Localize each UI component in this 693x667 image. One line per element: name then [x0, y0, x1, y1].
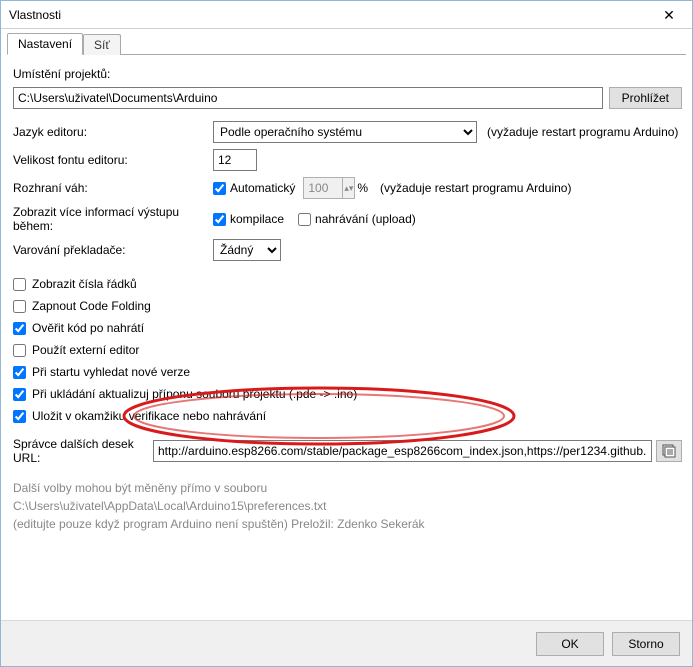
font-size-label: Velikost fontu editoru:	[13, 153, 213, 167]
close-icon: ✕	[663, 7, 675, 24]
editor-language-label: Jazyk editoru:	[13, 125, 213, 139]
interface-scale-label: Rozhraní váh:	[13, 181, 213, 195]
update-extension-label: Při ukládání aktualizuj příponu souboru …	[32, 387, 357, 401]
spinner-buttons: ▴▾	[343, 177, 355, 199]
update-extension-checkbox[interactable]	[13, 388, 26, 401]
cancel-button[interactable]: Storno	[612, 632, 680, 656]
sketchbook-location-label: Umístění projektů:	[13, 67, 110, 81]
requires-restart-note-2: (vyžaduje restart programu Arduino)	[380, 181, 571, 195]
check-updates-checkbox[interactable]	[13, 366, 26, 379]
requires-restart-note-1: (vyžaduje restart programu Arduino)	[487, 125, 678, 139]
percent-label: %	[357, 181, 368, 195]
ok-button[interactable]: OK	[536, 632, 604, 656]
compiler-warnings-select[interactable]: Žádný	[213, 239, 281, 261]
edit-only-note: (editujte pouze když program Arduino nen…	[13, 517, 682, 531]
tab-settings-label: Nastavení	[18, 37, 72, 51]
interface-scale-auto-checkbox[interactable]	[213, 182, 226, 195]
save-on-verify-label: Uložit v okamžiku verifikace nebo nahráv…	[32, 409, 266, 423]
editor-language-select[interactable]: Podle operačního systému	[213, 121, 477, 143]
verify-after-upload-checkbox[interactable]	[13, 322, 26, 335]
verbose-compile-label: kompilace	[230, 212, 284, 226]
boards-url-input[interactable]	[153, 440, 652, 462]
verbose-upload-checkbox[interactable]	[298, 213, 311, 226]
cancel-label: Storno	[628, 637, 663, 651]
verbose-upload-label: nahrávání (upload)	[315, 212, 416, 226]
prefs-file-link[interactable]: C:\Users\uživatel\AppData\Local\Arduino1…	[13, 499, 682, 513]
sketchbook-location-input[interactable]	[13, 87, 603, 109]
check-updates-label: Při startu vyhledat nové verze	[32, 365, 190, 379]
code-folding-checkbox[interactable]	[13, 300, 26, 313]
ok-label: OK	[561, 637, 578, 651]
font-size-input[interactable]	[213, 149, 257, 171]
boards-url-label: Správce dalších desek URL:	[13, 437, 153, 465]
code-folding-label: Zapnout Code Folding	[32, 299, 151, 313]
line-numbers-label: Zobrazit čísla řádků	[32, 277, 137, 291]
verbose-output-label: Zobrazit více informací výstupu během:	[13, 205, 213, 233]
interface-scale-value-input	[303, 177, 343, 199]
compiler-warnings-label: Varování překladače:	[13, 243, 213, 257]
content-area: Umístění projektů: Prohlížet Jazyk edito…	[1, 55, 692, 620]
more-prefs-note: Další volby mohou být měněny přímo v sou…	[13, 481, 682, 495]
external-editor-label: Použít externí editor	[32, 343, 139, 357]
edit-urls-button[interactable]	[656, 440, 682, 462]
line-numbers-checkbox[interactable]	[13, 278, 26, 291]
tab-network[interactable]: Síť	[83, 34, 121, 55]
window-title: Vlastnosti	[1, 8, 61, 22]
save-on-verify-checkbox[interactable]	[13, 410, 26, 423]
external-editor-checkbox[interactable]	[13, 344, 26, 357]
close-button[interactable]: ✕	[646, 1, 692, 29]
automatic-label: Automatický	[230, 181, 295, 195]
verbose-compile-checkbox[interactable]	[213, 213, 226, 226]
verify-after-upload-label: Ověřit kód po nahrátí	[32, 321, 144, 335]
edit-list-icon	[662, 444, 676, 458]
tabstrip: Nastavení Síť	[7, 33, 686, 55]
footer: OK Storno	[1, 620, 692, 666]
titlebar: Vlastnosti ✕	[1, 1, 692, 29]
browse-label: Prohlížet	[622, 91, 669, 105]
tab-settings[interactable]: Nastavení	[7, 33, 83, 55]
tab-network-label: Síť	[94, 38, 110, 52]
browse-button[interactable]: Prohlížet	[609, 87, 682, 109]
